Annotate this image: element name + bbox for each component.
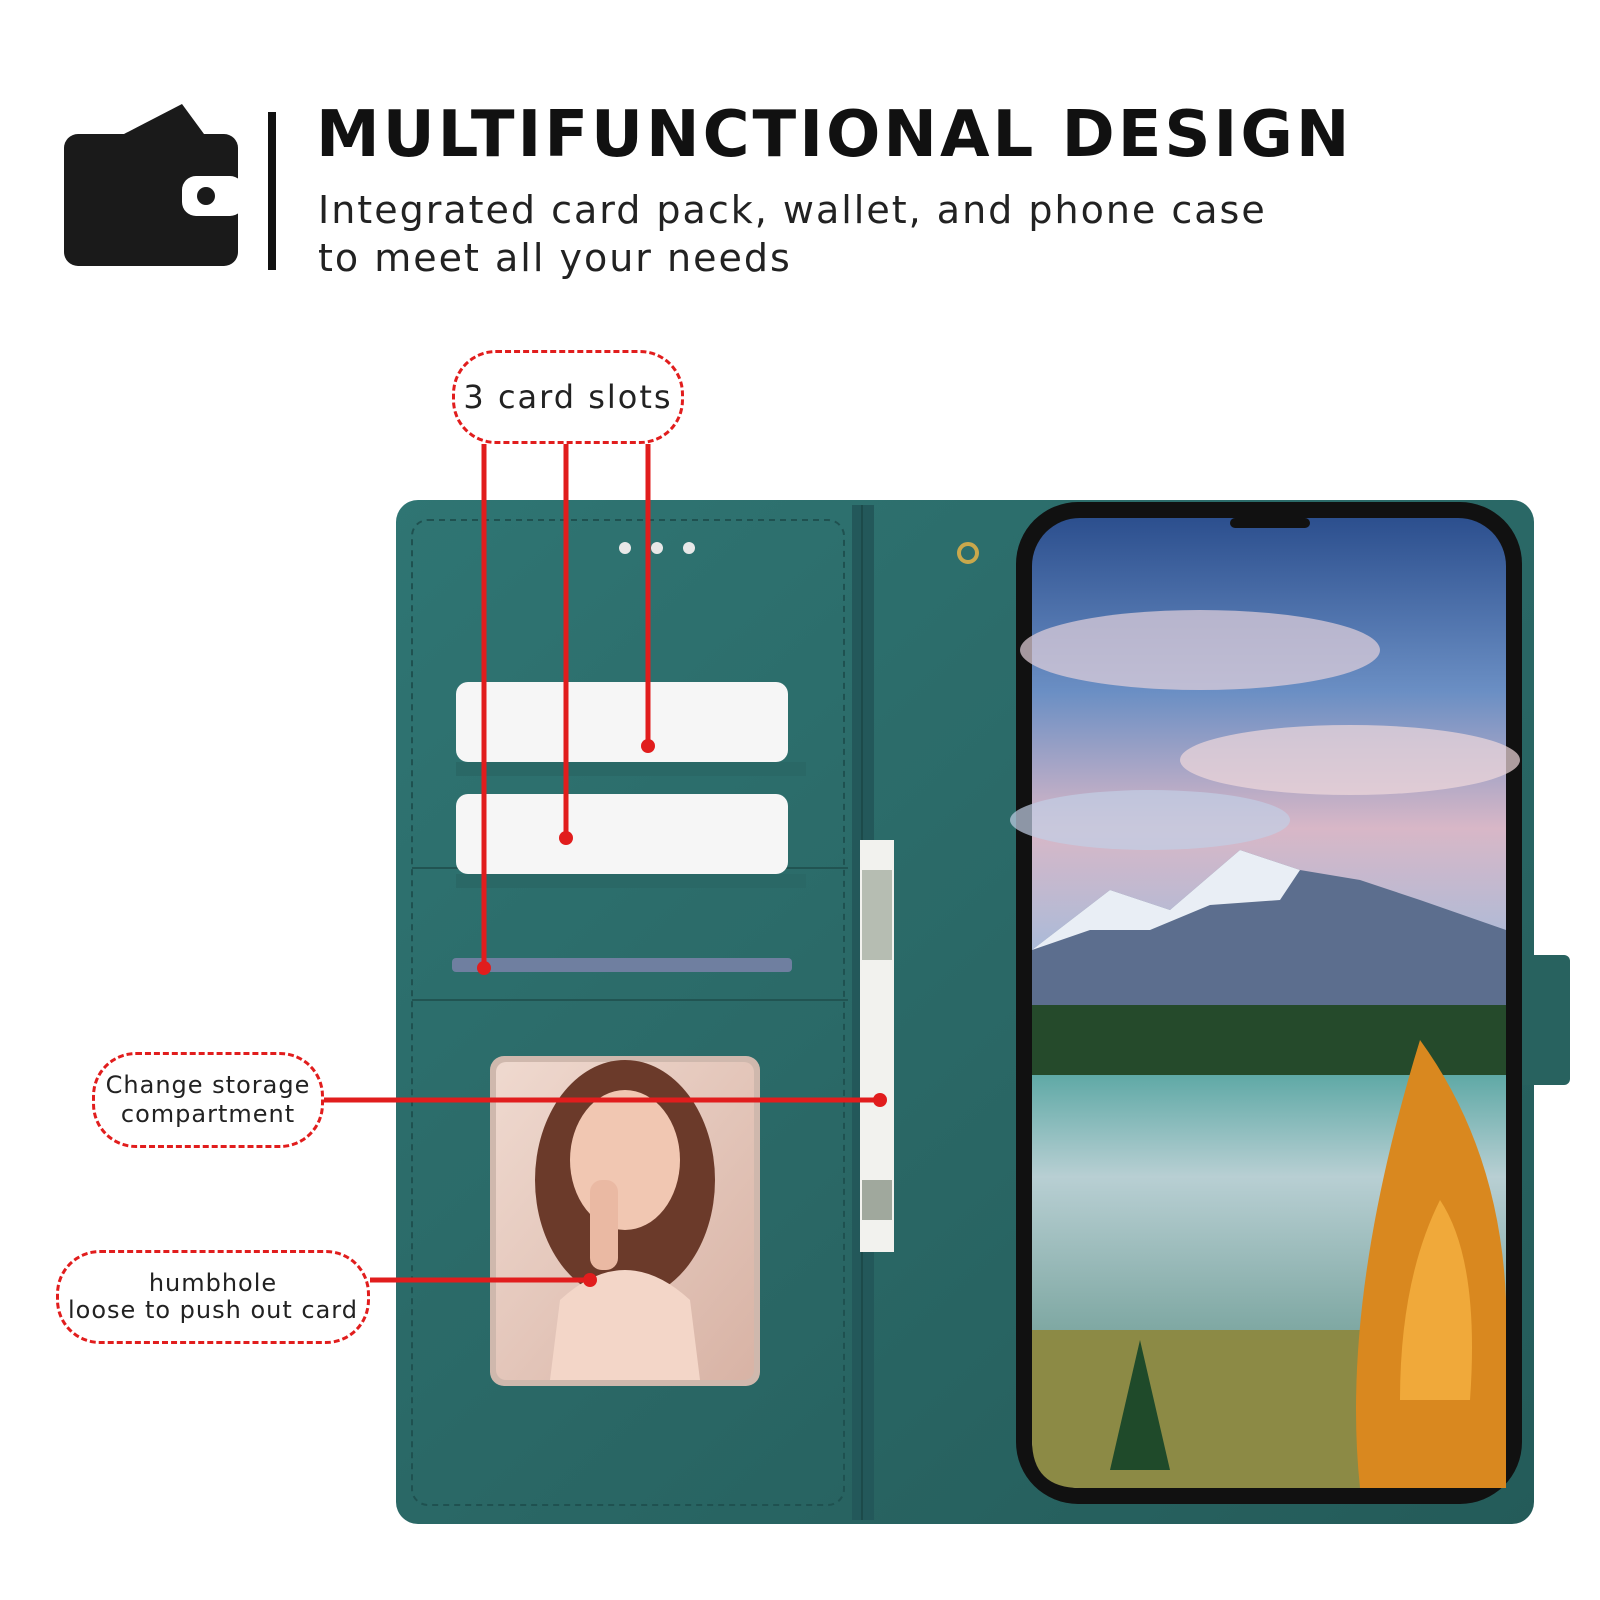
page-title: MULTIFUNCTIONAL DESIGN xyxy=(316,98,1353,172)
subtitle-line-1: Integrated card pack, wallet, and phone … xyxy=(318,188,1267,232)
callout-thumbhole-line-1: humbhole xyxy=(148,1269,278,1297)
callout-change-storage: Change storage compartment xyxy=(92,1052,324,1148)
callout-thumbhole-line-2: loose to push out card xyxy=(68,1296,358,1324)
wallet-icon xyxy=(64,104,244,266)
subtitle-line-2: to meet all your needs xyxy=(318,236,792,280)
callout-card-slots-label: 3 card slots xyxy=(463,378,673,416)
phone xyxy=(1010,502,1522,1504)
banknote xyxy=(860,840,894,1252)
callout-card-slots: 3 card slots xyxy=(452,350,684,444)
callout-change-storage-line-1: Change storage xyxy=(105,1071,311,1099)
callout-thumbhole: humbhole loose to push out card xyxy=(56,1250,370,1344)
callout-change-storage-line-2: compartment xyxy=(120,1100,296,1128)
photo-window xyxy=(490,1056,760,1386)
header-divider xyxy=(268,112,276,270)
